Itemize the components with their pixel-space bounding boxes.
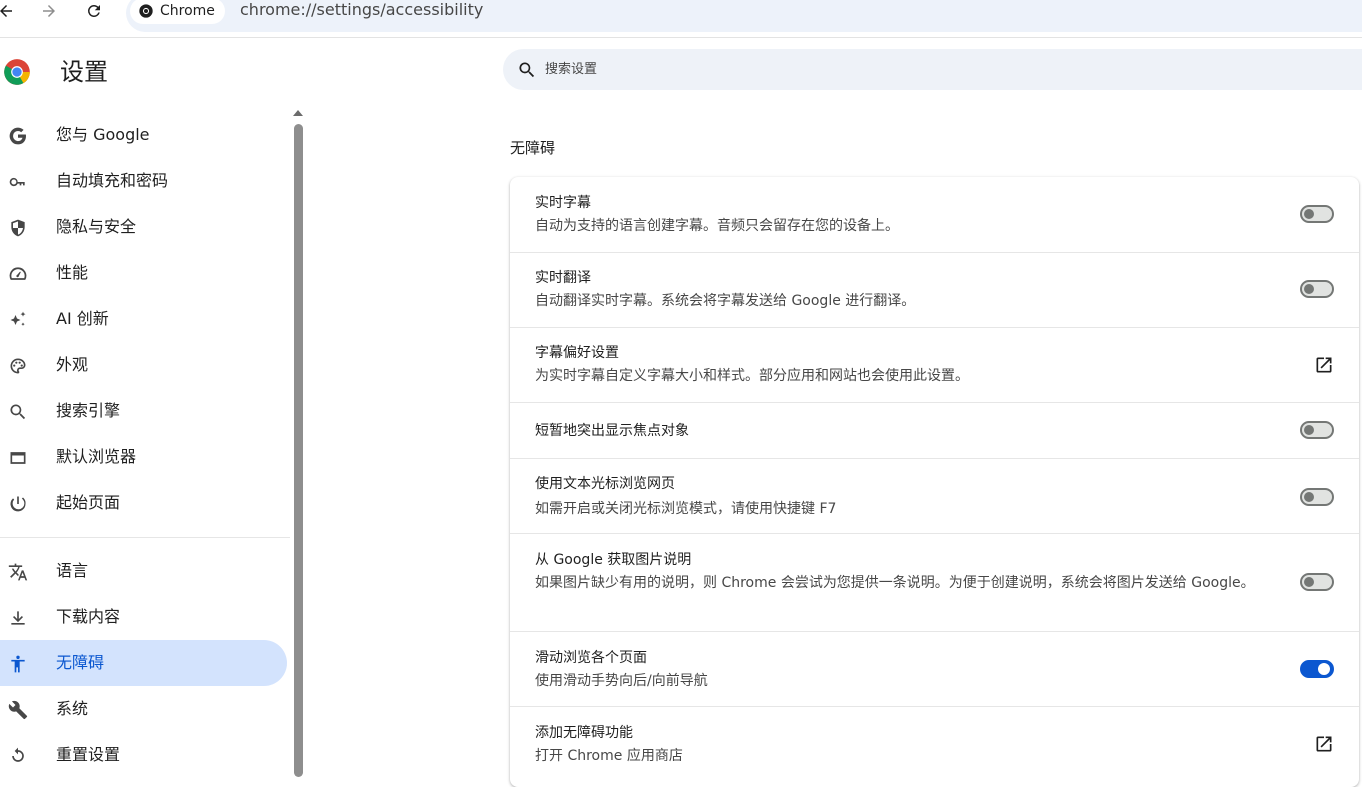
live-translate-toggle[interactable] <box>1300 280 1334 298</box>
forward-button[interactable] <box>37 0 61 22</box>
wrench-icon <box>7 699 29 721</box>
setting-row-live-translate[interactable]: 实时翻译 自动翻译实时字幕。系统会将字幕发送给 Google 进行翻译。 <box>510 252 1359 327</box>
palette-icon <box>7 355 29 377</box>
setting-title: 实时字幕 <box>535 195 591 211</box>
sidebar-item-ai[interactable]: AI 创新 <box>0 296 287 342</box>
triangle-up-icon <box>293 110 303 116</box>
setting-subtitle: 为实时字幕自定义字幕大小和样式。部分应用和网站也会使用此设置。 <box>535 368 969 384</box>
sidebar-item-label: 自动填充和密码 <box>56 171 169 190</box>
site-chip-label: Chrome <box>160 3 215 19</box>
live-caption-toggle[interactable] <box>1300 205 1334 223</box>
sidebar-item-appearance[interactable]: 外观 <box>0 342 287 388</box>
sidebar-item-search-engine[interactable]: 搜索引擎 <box>0 388 287 434</box>
setting-title: 实时翻译 <box>535 270 591 286</box>
sidebar-item-label: 下载内容 <box>56 607 121 626</box>
sidebar-item-system[interactable]: 系统 <box>0 686 287 732</box>
browser-toolbar: Chrome chrome://settings/accessibility <box>0 0 1362 38</box>
sidebar-item-label: AI 创新 <box>56 309 109 328</box>
chrome-logo-icon <box>4 59 30 85</box>
sidebar: 您与 Google 自动填充和密码 隐私与安全 性能 AI 创新 外观 搜索引擎… <box>0 112 290 777</box>
sidebar-item-default-browser[interactable]: 默认浏览器 <box>0 434 287 480</box>
caret-browsing-toggle[interactable] <box>1300 488 1334 506</box>
setting-row-add-accessibility-features[interactable]: 添加无障碍功能 打开 Chrome 应用商店 <box>510 706 1359 787</box>
caption-preferences-open-button[interactable] <box>1313 354 1335 376</box>
key-icon <box>7 171 29 193</box>
settings-search[interactable] <box>503 49 1362 90</box>
speedometer-icon <box>7 263 29 285</box>
browser-window-icon <box>7 447 29 469</box>
setting-title: 字幕偏好设置 <box>535 345 619 361</box>
sidebar-scrollbar-thumb[interactable] <box>294 124 303 777</box>
arrow-left-icon <box>0 5 12 17</box>
setting-title: 滑动浏览各个页面 <box>535 650 647 666</box>
setting-subtitle: 自动翻译实时字幕。系统会将字幕发送给 Google 进行翻译。 <box>535 293 916 309</box>
accessibility-icon <box>7 653 29 675</box>
shield-icon <box>7 217 29 239</box>
sidebar-item-on-startup[interactable]: 起始页面 <box>0 480 287 526</box>
setting-title: 添加无障碍功能 <box>535 725 633 741</box>
sidebar-item-label: 隐私与安全 <box>56 217 137 236</box>
sidebar-item-label: 系统 <box>56 699 89 718</box>
back-button[interactable] <box>0 0 18 22</box>
page-title: 设置 <box>60 58 108 86</box>
setting-row-caption-preferences[interactable]: 字幕偏好设置 为实时字幕自定义字幕大小和样式。部分应用和网站也会使用此设置。 <box>510 327 1359 402</box>
sidebar-item-label: 重置设置 <box>56 745 121 764</box>
sidebar-item-label: 外观 <box>56 355 89 374</box>
setting-title: 使用文本光标浏览网页 <box>535 476 675 492</box>
settings-card: 实时字幕 自动为支持的语言创建字幕。音频只会留存在您的设备上。 实时翻译 自动翻… <box>510 177 1359 787</box>
external-link-icon <box>1316 357 1332 373</box>
external-link-icon <box>1316 736 1332 752</box>
setting-title: 从 Google 获取图片说明 <box>535 552 692 568</box>
focus-highlight-toggle[interactable] <box>1300 421 1334 439</box>
search-icon <box>7 401 29 423</box>
power-icon <box>7 493 29 515</box>
sidebar-item-label: 搜索引擎 <box>56 401 121 420</box>
add-accessibility-open-button[interactable] <box>1313 733 1335 755</box>
sidebar-item-label: 起始页面 <box>56 493 121 512</box>
setting-subtitle: 自动为支持的语言创建字幕。音频只会留存在您的设备上。 <box>535 218 899 234</box>
sidebar-item-autofill[interactable]: 自动填充和密码 <box>0 158 287 204</box>
setting-title: 短暂地突出显示焦点对象 <box>535 423 689 439</box>
site-chip[interactable]: Chrome <box>130 0 225 24</box>
sidebar-item-label: 您与 Google <box>56 125 150 144</box>
swipe-navigation-toggle[interactable] <box>1300 660 1334 678</box>
sidebar-item-reset[interactable]: 重置设置 <box>0 732 287 778</box>
google-icon <box>7 125 29 147</box>
setting-row-caret-browsing[interactable]: 使用文本光标浏览网页 如需开启或关闭光标浏览模式，请使用快捷键 F7 <box>510 458 1359 533</box>
setting-row-focus-highlight[interactable]: 短暂地突出显示焦点对象 <box>510 402 1359 458</box>
sidebar-item-you-and-google[interactable]: 您与 Google <box>0 112 287 158</box>
sidebar-scroll-up-button[interactable] <box>292 106 304 120</box>
translate-icon <box>7 561 29 583</box>
reload-button[interactable] <box>82 0 106 22</box>
sidebar-item-privacy[interactable]: 隐私与安全 <box>0 204 287 250</box>
setting-subtitle: 打开 Chrome 应用商店 <box>535 748 683 764</box>
setting-subtitle: 如果图片缺少有用的说明，则 Chrome 会尝试为您提供一条说明。为便于创建说明… <box>535 575 1255 591</box>
image-descriptions-toggle[interactable] <box>1300 573 1334 591</box>
sidebar-divider <box>0 537 290 538</box>
sidebar-item-accessibility[interactable]: 无障碍 <box>0 640 287 686</box>
section-title: 无障碍 <box>510 139 556 157</box>
search-icon <box>519 62 535 78</box>
sparkle-icon <box>7 309 29 331</box>
sidebar-item-label: 语言 <box>56 561 89 580</box>
setting-row-swipe-navigation[interactable]: 滑动浏览各个页面 使用滑动手势向后/向前导航 <box>510 631 1359 706</box>
sidebar-item-performance[interactable]: 性能 <box>0 250 287 296</box>
chrome-icon <box>139 4 153 18</box>
url-text[interactable]: chrome://settings/accessibility <box>240 0 483 21</box>
search-input[interactable] <box>545 49 1245 90</box>
sidebar-item-label: 默认浏览器 <box>56 447 137 466</box>
sidebar-item-label: 无障碍 <box>56 653 105 672</box>
reload-icon <box>87 4 100 17</box>
setting-subtitle: 使用滑动手势向后/向前导航 <box>535 673 708 689</box>
sidebar-item-languages[interactable]: 语言 <box>0 548 287 594</box>
setting-subtitle: 如需开启或关闭光标浏览模式，请使用快捷键 F7 <box>535 501 837 517</box>
setting-row-image-descriptions[interactable]: 从 Google 获取图片说明 如果图片缺少有用的说明，则 Chrome 会尝试… <box>510 533 1359 631</box>
reset-icon <box>7 745 29 767</box>
arrow-right-icon <box>43 5 55 17</box>
setting-row-live-caption[interactable]: 实时字幕 自动为支持的语言创建字幕。音频只会留存在您的设备上。 <box>510 177 1359 252</box>
sidebar-item-label: 性能 <box>56 263 89 282</box>
download-icon <box>7 607 29 629</box>
sidebar-item-downloads[interactable]: 下载内容 <box>0 594 287 640</box>
